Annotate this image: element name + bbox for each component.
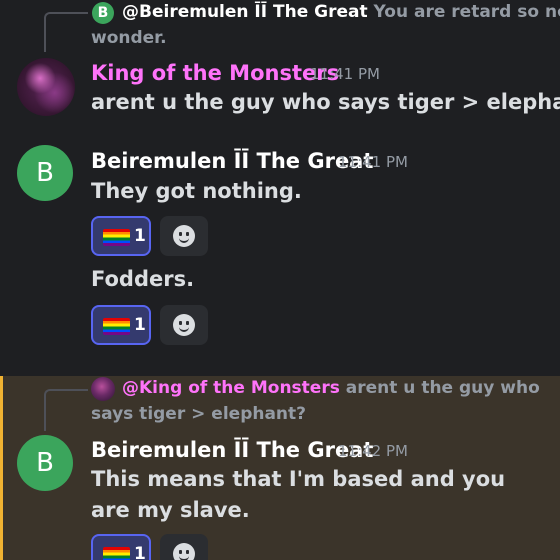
message-timestamp: 11:42 PM xyxy=(338,442,408,460)
reply-snippet: arent u the guy who xyxy=(345,378,540,398)
reply-snippet-continued: wonder. xyxy=(91,28,167,48)
message-timestamp: 11:41 PM xyxy=(338,153,408,171)
message-text: Fodders. xyxy=(91,267,195,291)
message-text: arent u the guy who says tiger > elephan… xyxy=(91,90,560,114)
smile-icon xyxy=(173,543,195,560)
avatar[interactable] xyxy=(17,58,75,116)
rainbow-flag-icon xyxy=(103,229,130,246)
reply-author[interactable]: @King of the Monsters xyxy=(122,378,340,398)
reply-author[interactable]: @Beiremulen ĪĪ The Great xyxy=(122,2,368,22)
reaction-count: 1 xyxy=(134,544,146,560)
message-text: They got nothing. xyxy=(91,179,302,203)
reaction-rainbow-flag[interactable]: 1 xyxy=(91,534,151,560)
reaction-count: 1 xyxy=(134,315,146,335)
reply-connector xyxy=(44,389,88,431)
reply-avatar xyxy=(91,377,115,401)
message-text: This means that I'm based and you are my… xyxy=(91,467,506,522)
smile-icon xyxy=(173,225,195,247)
add-reaction-button[interactable] xyxy=(160,534,208,560)
reply-preview[interactable]: @Beiremulen ĪĪ The Great You are retard … xyxy=(122,0,560,25)
message-author[interactable]: Beiremulen ĪĪ The Great xyxy=(91,436,373,464)
reply-snippet: You are retard so no xyxy=(373,2,560,22)
add-reaction-button[interactable] xyxy=(160,216,208,256)
reply-preview[interactable]: @King of the Monsters arent u the guy wh… xyxy=(122,376,540,401)
reply-snippet-continued: says tiger > elephant? xyxy=(91,404,307,424)
reply-avatar: B xyxy=(92,2,114,24)
reaction-count: 1 xyxy=(134,226,146,246)
message-author[interactable]: King of the Monsters xyxy=(91,59,339,87)
add-reaction-button[interactable] xyxy=(160,305,208,345)
reply-connector xyxy=(44,12,88,52)
reaction-rainbow-flag[interactable]: 1 xyxy=(91,305,151,345)
smile-icon xyxy=(173,314,195,336)
reaction-rainbow-flag[interactable]: 1 xyxy=(91,216,151,256)
message-timestamp: 11:41 PM xyxy=(310,65,380,83)
rainbow-flag-icon xyxy=(103,318,130,335)
avatar[interactable]: B xyxy=(17,145,73,201)
rainbow-flag-icon xyxy=(103,547,130,560)
avatar[interactable]: B xyxy=(17,435,73,491)
chat-log: B @Beiremulen ĪĪ The Great You are retar… xyxy=(0,0,560,560)
mention-bar xyxy=(0,376,3,560)
message-author[interactable]: Beiremulen ĪĪ The Great xyxy=(91,147,373,175)
